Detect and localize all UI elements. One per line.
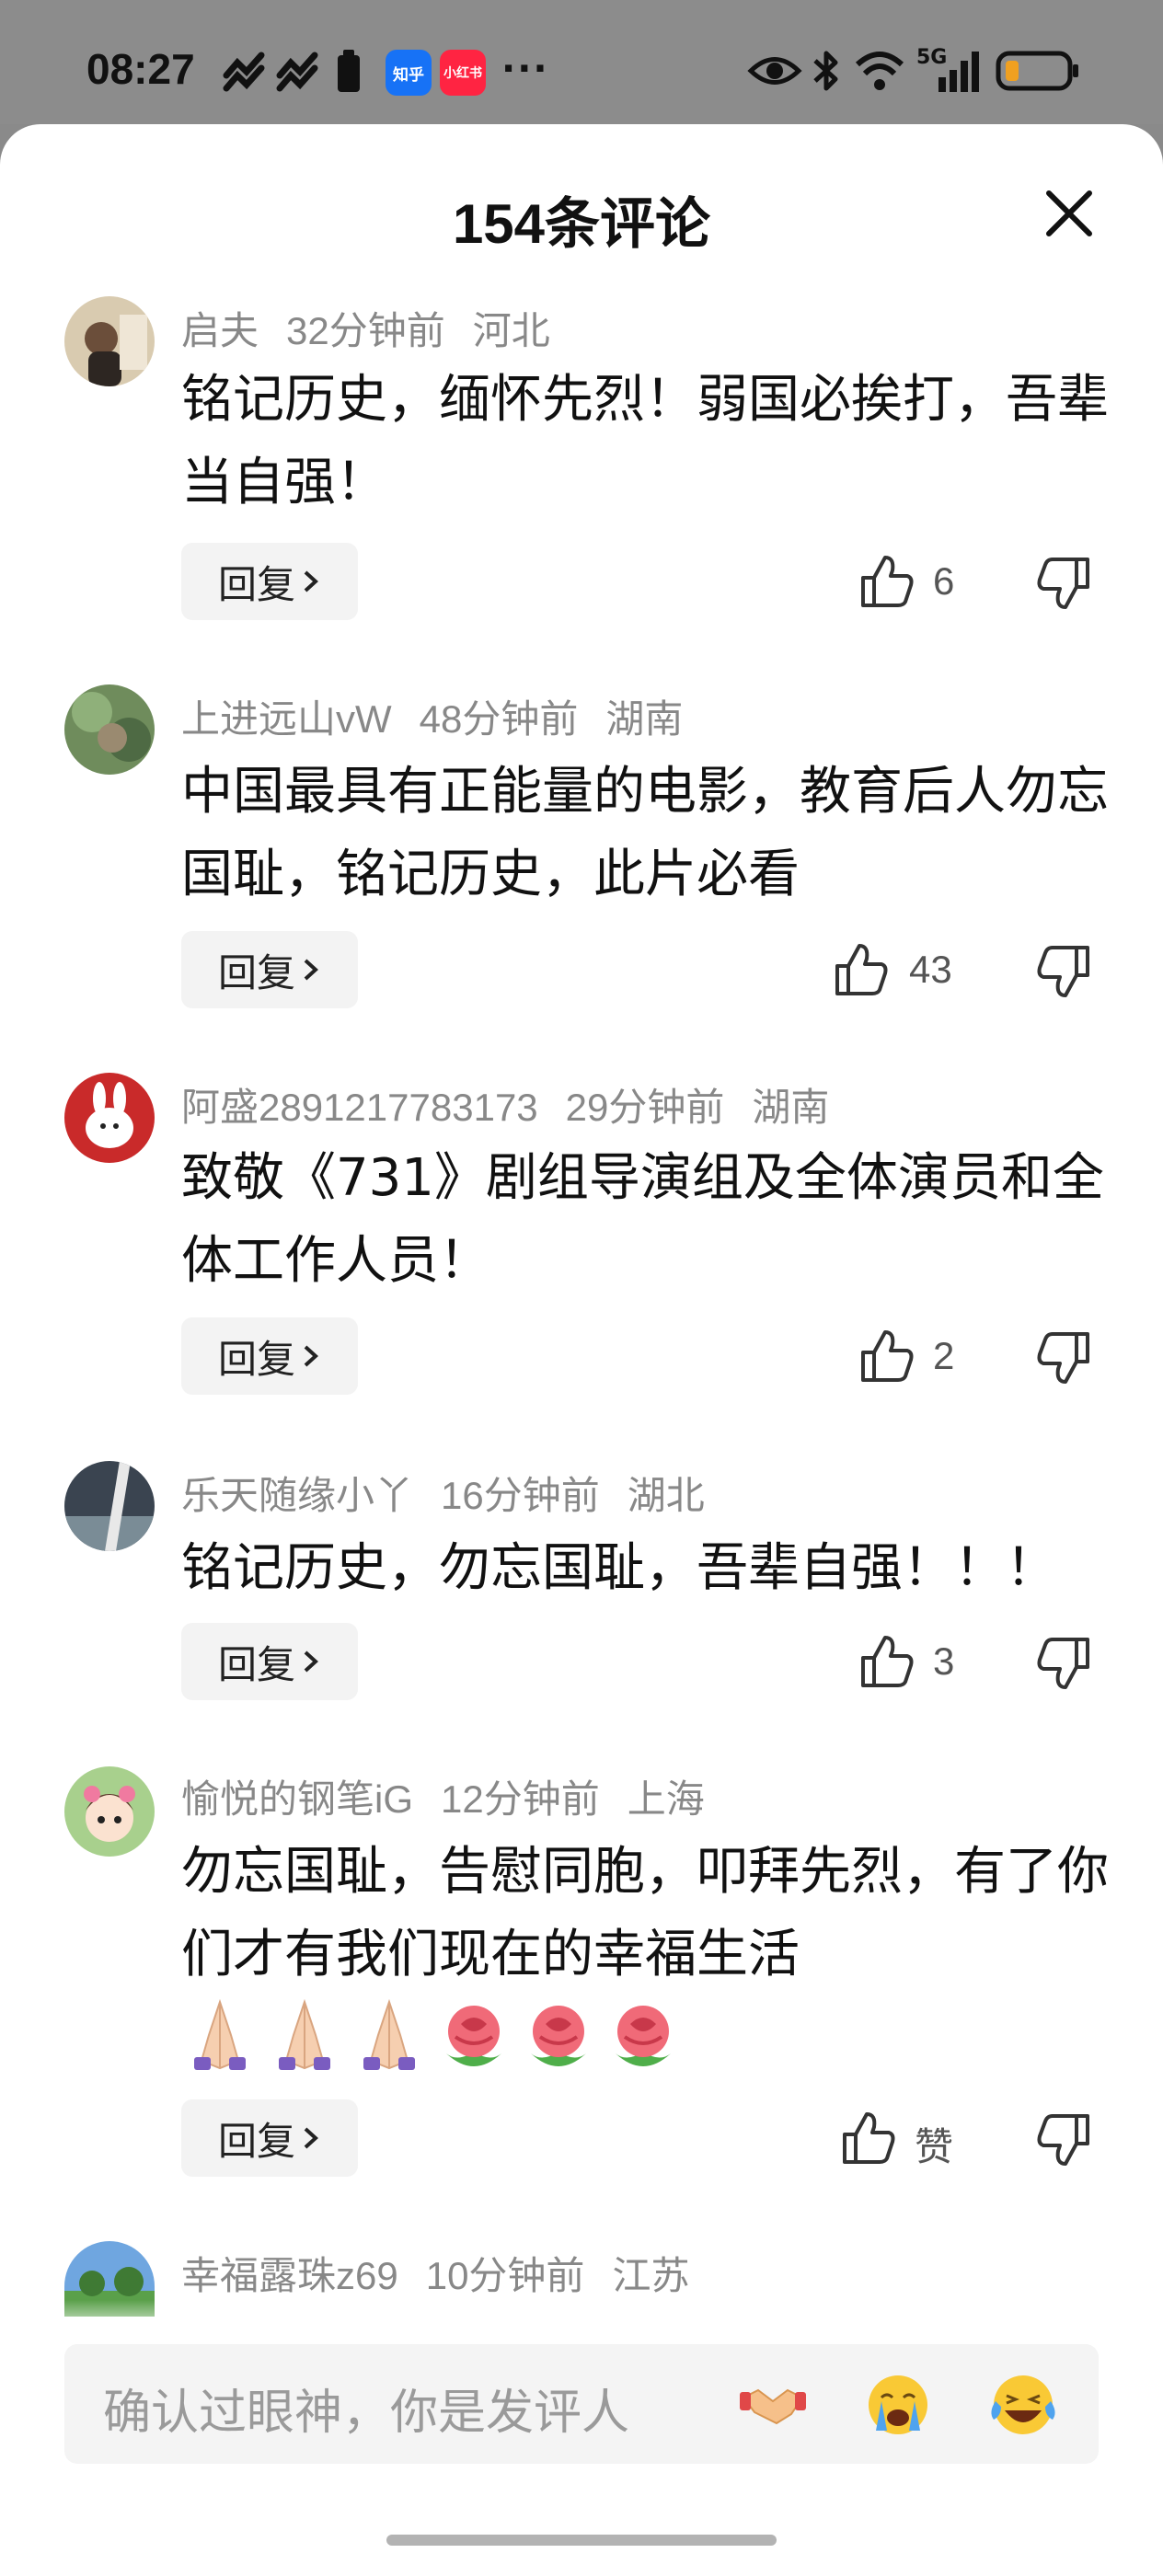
- like-icon[interactable]: [858, 1632, 916, 1691]
- reply-button[interactable]: 回复: [181, 1317, 358, 1395]
- username[interactable]: 启夫: [181, 309, 259, 352]
- avatar[interactable]: [64, 1073, 155, 1163]
- like-icon[interactable]: [832, 940, 891, 999]
- comment-input[interactable]: 确认过眼神，你是发评人: [103, 2374, 629, 2443]
- crying-face-emoji-icon[interactable]: [863, 2370, 933, 2440]
- comment-time: 32分钟前: [286, 309, 445, 352]
- home-indicator[interactable]: [386, 2535, 777, 2546]
- chevron-right-icon: [304, 570, 318, 592]
- username[interactable]: 上进远山vW: [181, 697, 392, 741]
- comment-time: 12分钟前: [441, 1777, 600, 1821]
- comment-time: 29分钟前: [565, 1086, 725, 1129]
- comment-meta: 启夫 32分钟前 河北: [181, 300, 578, 356]
- reply-button[interactable]: 回复: [181, 931, 358, 1008]
- comment-meta: 阿盛2891217783173 29分钟前 湖南: [181, 1076, 857, 1133]
- comment-text: 致敬《731》剧组导演组及全体演员和全体工作人员！: [181, 1148, 1104, 1291]
- avatar[interactable]: [64, 1461, 155, 1551]
- reply-button[interactable]: 回复: [181, 2099, 358, 2177]
- emoji-row: [181, 1996, 682, 2079]
- comment-text: 中国最具有正能量的电影，教育后人勿忘国耻，铭记历史，此片必看: [181, 762, 1109, 904]
- rose-icon: [616, 2006, 671, 2066]
- status-time: 08:27: [86, 45, 195, 93]
- comment-text: 勿忘国耻，告慰同胞，叩拜先烈，有了你们才有我们现在的幸福生活: [181, 1842, 1109, 1984]
- status-bar: 08:27 知乎 小红书 ··· 5G: [0, 0, 1163, 124]
- eye-icon: [747, 57, 802, 85]
- avatar[interactable]: [64, 684, 155, 775]
- like-count: 3: [933, 1639, 955, 1683]
- comment-region: 河北: [472, 309, 550, 352]
- battery-alert-icon: [338, 50, 360, 92]
- dislike-icon[interactable]: [1034, 1328, 1093, 1387]
- comment-time: 16分钟前: [441, 1474, 600, 1517]
- reply-label: 回复: [217, 561, 295, 607]
- wifi-icon: [855, 52, 904, 90]
- more-notifications-icon: ···: [501, 48, 549, 90]
- chevron-right-icon: [304, 1650, 318, 1673]
- like-count: 43: [909, 948, 952, 991]
- like-icon[interactable]: [839, 2109, 898, 2168]
- praying-hands-icon: [279, 1998, 330, 2070]
- comment-time: 10分钟前: [425, 2254, 585, 2297]
- reply-button[interactable]: 回复: [181, 543, 358, 620]
- like-icon[interactable]: [858, 1327, 916, 1386]
- comments-count-title: 154条评论: [452, 193, 711, 255]
- chevron-right-icon: [304, 959, 318, 981]
- handshake-emoji-icon[interactable]: [738, 2370, 808, 2440]
- close-icon[interactable]: [1040, 184, 1099, 243]
- reply-label: 回复: [217, 2118, 295, 2164]
- like-count: 赞: [915, 2125, 954, 2168]
- username[interactable]: 愉悦的钢笔iG: [181, 1777, 413, 1821]
- reply-label: 回复: [217, 1641, 295, 1687]
- comment-input-bar[interactable]: 确认过眼神，你是发评人: [64, 2344, 1099, 2464]
- xiaohongshu-app-badge: 小红书: [440, 50, 486, 96]
- rose-icon: [531, 2006, 586, 2066]
- like-count: 6: [933, 559, 955, 603]
- avatar[interactable]: [64, 296, 155, 386]
- dislike-icon[interactable]: [1034, 2110, 1093, 2169]
- bluetooth-icon: [813, 51, 838, 91]
- battery-icon: [996, 51, 1078, 91]
- comment-region: 江苏: [612, 2254, 690, 2297]
- chevron-right-icon: [304, 1345, 318, 1367]
- comment-time: 48分钟前: [419, 697, 579, 741]
- dislike-icon[interactable]: [1034, 942, 1093, 1001]
- list-fade: [0, 2300, 1163, 2337]
- comment-meta: 幸福露珠z69 10分钟前 江苏: [181, 2245, 717, 2301]
- comment-meta: 上进远山vW 48分钟前 湖南: [181, 688, 710, 744]
- comment-text: 铭记历史，缅怀先烈！弱国必挨打，吾辈当自强！: [181, 370, 1109, 512]
- chevron-right-icon: [304, 2127, 318, 2149]
- comment-meta: 愉悦的钢笔iG 12分钟前 上海: [181, 1768, 732, 1824]
- comment-region: 湖南: [605, 697, 684, 741]
- reply-label: 回复: [217, 949, 295, 995]
- dislike-icon[interactable]: [1034, 1634, 1093, 1693]
- notification-icon: [276, 52, 318, 92]
- username[interactable]: 幸福露珠z69: [181, 2254, 398, 2297]
- reply-button[interactable]: 回复: [181, 1623, 358, 1700]
- like-icon[interactable]: [858, 552, 916, 611]
- notification-icon: [223, 52, 265, 92]
- comment-meta: 乐天随缘小丫 16分钟前 湖北: [181, 1465, 732, 1521]
- signal-icon: [938, 52, 979, 92]
- reply-label: 回复: [217, 1336, 295, 1382]
- like-count: 2: [933, 1334, 955, 1377]
- praying-hands-icon: [363, 1998, 415, 2070]
- comment-region: 湖北: [627, 1474, 705, 1517]
- laughing-tears-emoji-icon[interactable]: [988, 2370, 1058, 2440]
- dislike-icon[interactable]: [1034, 554, 1093, 613]
- rose-icon: [446, 2006, 501, 2066]
- comment-region: 上海: [627, 1777, 705, 1821]
- zhihu-app-badge: 知乎: [386, 50, 432, 96]
- username[interactable]: 阿盛2891217783173: [181, 1086, 538, 1129]
- avatar[interactable]: [64, 1766, 155, 1857]
- comment-region: 湖南: [752, 1086, 830, 1129]
- comment-text: 铭记历史，勿忘国耻，吾辈自强！！！: [181, 1538, 1057, 1598]
- praying-hands-icon: [194, 1998, 246, 2070]
- username[interactable]: 乐天随缘小丫: [181, 1474, 413, 1517]
